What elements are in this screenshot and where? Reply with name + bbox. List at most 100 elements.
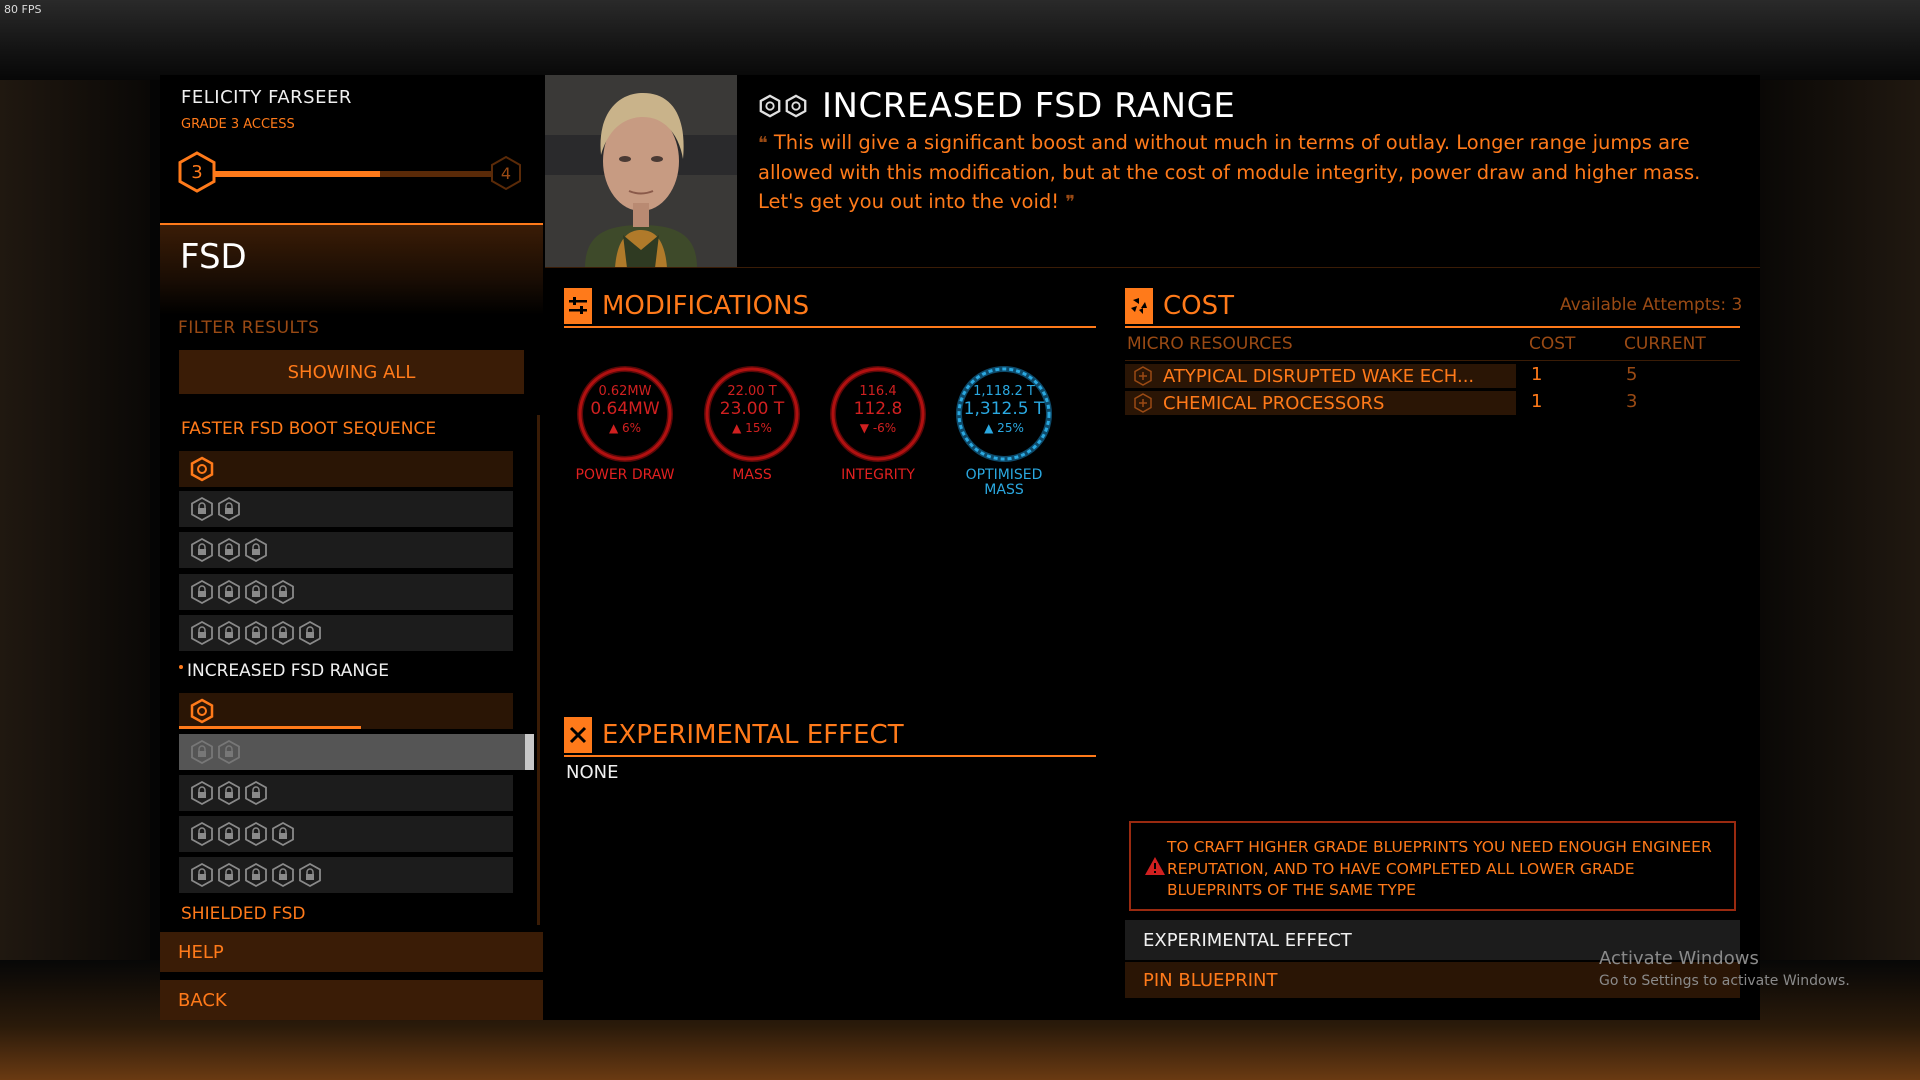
resource-cost: 1: [1531, 391, 1543, 412]
header-divider: [545, 267, 1760, 268]
warning-text: TO CRAFT HIGHER GRADE BLUEPRINTS YOU NEE…: [1167, 838, 1712, 899]
grade-row-3-active[interactable]: [179, 775, 513, 811]
stat-gauge-integrity: 116.4 112.8 ▼ -6% INTEGRITY: [828, 364, 928, 483]
grade-hex-icon: [190, 698, 214, 724]
lock-icon: [245, 620, 267, 646]
reputation-progress-fill: [214, 171, 381, 177]
grade-row-2[interactable]: [179, 491, 513, 527]
resource-name: ATYPICAL DISRUPTED WAKE ECH...: [1163, 365, 1475, 387]
lock-icon: [191, 821, 213, 847]
blueprint-group-title[interactable]: FASTER FSD BOOT SEQUENCE: [181, 419, 436, 439]
stat-gauge-optimised-mass: 1,118.2 T 1,312.5 T ▲ 25% OPTIMISED MASS: [954, 364, 1054, 498]
modifications-title: MODIFICATIONS: [602, 291, 810, 321]
windows-activation-title: Activate Windows: [1599, 948, 1759, 969]
stat-base-value: 0.62MW: [598, 384, 652, 399]
blueprint-group-title-active[interactable]: INCREASED FSD RANGE: [187, 661, 389, 681]
module-header: FSD: [160, 223, 543, 315]
active-group-marker: [179, 665, 183, 669]
grade-hex-icon: [785, 94, 807, 118]
engineer-quote: ❝ This will give a significant boost and…: [758, 128, 1743, 217]
module-title: FSD: [180, 237, 247, 277]
lock-icon: [245, 862, 267, 888]
grade-row-1[interactable]: [179, 451, 513, 487]
engineer-name: FELICITY FARSEER: [181, 87, 352, 108]
lock-icon: [218, 862, 240, 888]
micro-resource-icon: [1134, 366, 1152, 386]
lock-icon: [245, 537, 267, 563]
micro-resource-icon: [1134, 393, 1152, 413]
resource-name: CHEMICAL PROCESSORS: [1163, 392, 1385, 414]
cost-title: COST: [1163, 291, 1235, 321]
lock-icon: [191, 537, 213, 563]
blueprint-grade-icons: [758, 94, 808, 118]
stat-modified-value: 23.00 T: [719, 399, 785, 419]
available-attempts: Available Attempts: 3: [1560, 295, 1743, 315]
crossed-tools-icon: [564, 717, 592, 753]
grade-row-2-selected[interactable]: [179, 734, 534, 770]
lock-icon: [218, 579, 240, 605]
warning-icon: [1145, 857, 1165, 875]
lock-icon: [191, 579, 213, 605]
stat-change: ▲ 25%: [984, 421, 1024, 435]
resource-current: 5: [1626, 364, 1638, 385]
lock-icon: [245, 579, 267, 605]
lock-icon: [218, 739, 240, 765]
stat-label: OPTIMISED MASS: [965, 467, 1043, 498]
lock-icon: [299, 862, 321, 888]
stat-base-value: 22.00 T: [727, 384, 777, 399]
cost-icon: [1125, 288, 1153, 324]
lock-icon: [245, 780, 267, 806]
resource-row[interactable]: ATYPICAL DISRUPTED WAKE ECH...: [1125, 364, 1516, 388]
stat-gauge-power-draw: 0.62MW 0.64MW ▲ 6% POWER DRAW: [575, 364, 675, 483]
blueprint-list-scrollbar[interactable]: [537, 415, 540, 925]
grade-hex-icon: [190, 456, 214, 482]
windows-activation-subtitle: Go to Settings to activate Windows.: [1599, 973, 1850, 989]
stat-gauge-mass: 22.00 T 23.00 T ▲ 15% MASS: [702, 364, 802, 483]
sliders-icon: [564, 288, 592, 324]
stat-change: ▲ 6%: [608, 421, 642, 435]
resource-row[interactable]: CHEMICAL PROCESSORS: [1125, 391, 1516, 415]
lock-icon: [218, 537, 240, 563]
stat-base-value: 116.4: [859, 384, 897, 399]
stat-label: MASS: [732, 467, 772, 483]
open-quote-icon: ❝: [758, 133, 768, 154]
lock-icon: [272, 821, 294, 847]
resource-current: 3: [1626, 391, 1638, 412]
engineer-portrait: [545, 75, 737, 268]
filter-button[interactable]: SHOWING ALL: [179, 350, 524, 394]
help-button[interactable]: HELP: [160, 932, 543, 972]
back-button[interactable]: BACK: [160, 980, 543, 1020]
resource-cost: 1: [1531, 364, 1543, 385]
cockpit-top-frame: [0, 0, 1920, 80]
current-grade-label: 3: [191, 161, 203, 183]
lock-icon: [218, 821, 240, 847]
lock-icon: [299, 620, 321, 646]
lock-icon: [272, 579, 294, 605]
grade-row-5-active[interactable]: [179, 857, 513, 893]
lock-icon: [191, 739, 213, 765]
grade-row-3[interactable]: [179, 532, 513, 568]
stat-label: INTEGRITY: [841, 467, 915, 483]
grade-row-1-active[interactable]: [179, 693, 513, 729]
fps-counter: 80 FPS: [4, 3, 42, 16]
cost-column-current: CURRENT: [1624, 334, 1706, 354]
stat-change: ▲ 15%: [732, 421, 772, 435]
lock-icon: [191, 620, 213, 646]
lock-icon: [245, 821, 267, 847]
stat-modified-value: 112.8: [853, 399, 903, 419]
stat-label: POWER DRAW: [575, 467, 675, 483]
experimental-effect-title: EXPERIMENTAL EFFECT: [602, 720, 904, 750]
stat-modified-value: 1,312.5 T: [963, 399, 1045, 419]
selection-indicator: [525, 734, 534, 770]
cockpit-left-frame: [0, 80, 150, 960]
grade-row-4-active[interactable]: [179, 816, 513, 852]
grade-row-5[interactable]: [179, 615, 513, 651]
blueprint-group-title[interactable]: SHIELDED FSD: [181, 904, 306, 924]
stat-change: ▼ -6%: [859, 421, 897, 435]
grade-row-4[interactable]: [179, 574, 513, 610]
lock-icon: [218, 620, 240, 646]
lock-icon: [191, 780, 213, 806]
engineer-access-grade: GRADE 3 ACCESS: [181, 117, 295, 132]
cost-header-divider: [1125, 360, 1740, 361]
grade-progress-underline: [179, 726, 361, 729]
